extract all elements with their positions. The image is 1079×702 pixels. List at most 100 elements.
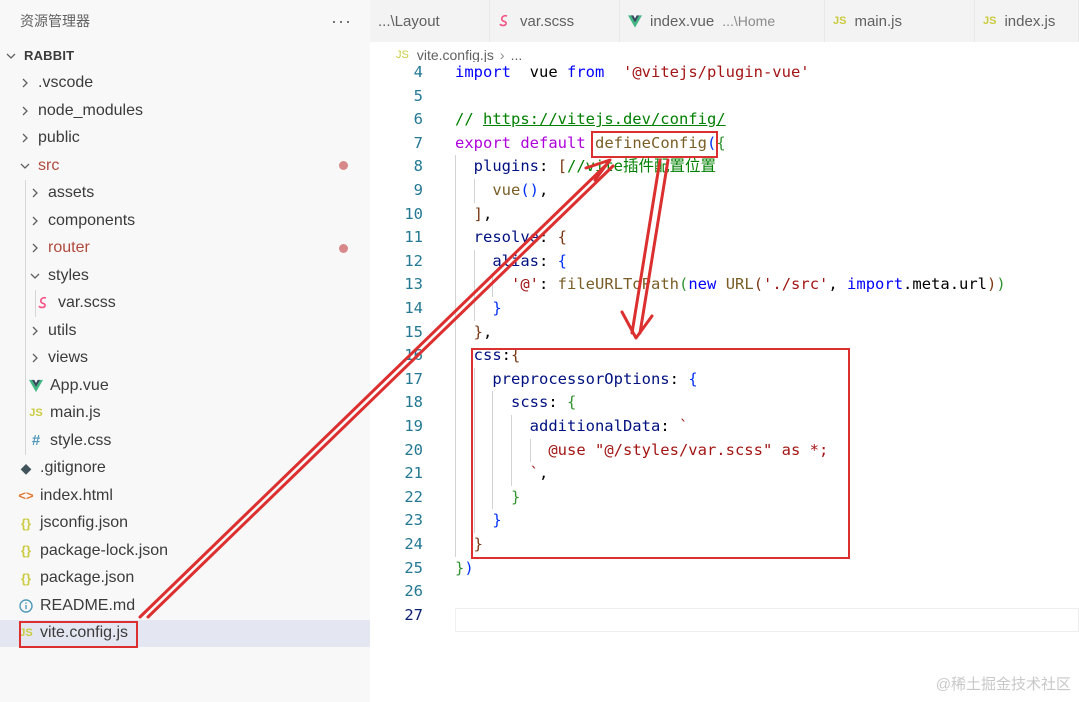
tree-folder[interactable]: styles (0, 262, 370, 290)
scss-file-icon (498, 14, 512, 28)
tab-label: index.js (1004, 12, 1056, 30)
code-token: : (539, 251, 558, 270)
code-text: }, (455, 321, 493, 345)
tree-file[interactable]: App.vue (0, 372, 370, 400)
tree-item-label: .vscode (38, 74, 94, 92)
editor-tab[interactable]: JS index.js (975, 0, 1079, 42)
indent-guide (492, 273, 494, 297)
chevron-icon[interactable] (18, 78, 32, 88)
code-token: [ (557, 157, 568, 176)
code-line[interactable]: 13 '@': fileURLToPath(new URL('./src', i… (370, 273, 1079, 297)
editor-tab[interactable]: index.vue ...\Home (620, 0, 825, 42)
tree-folder[interactable]: router (0, 235, 370, 263)
tree-item-label: package.json (40, 569, 135, 587)
tree-folder[interactable]: public (0, 125, 370, 153)
tree-file[interactable]: ◆ .gitignore (0, 455, 370, 483)
tree-file[interactable]: {} package.json (0, 565, 370, 593)
annotation-box-define-config (591, 131, 718, 158)
more-actions-icon[interactable]: ··· (331, 11, 352, 32)
code-token: vue (492, 181, 521, 199)
info-icon (18, 599, 34, 613)
breadcrumb-tail[interactable]: ... (511, 47, 523, 63)
code-line[interactable]: 27 (370, 604, 1079, 628)
css-file-icon: # (31, 432, 41, 450)
tree-item-label: router (48, 239, 90, 257)
chevron-icon[interactable] (18, 133, 32, 143)
code-line[interactable]: 11 resolve: { (370, 226, 1079, 250)
code-token: // (455, 110, 483, 129)
code-token: () (520, 181, 539, 199)
json-file-icon: {} (20, 570, 32, 586)
chevron-icon[interactable] (28, 353, 42, 363)
tree-folder[interactable]: RABBIT (0, 42, 370, 70)
code-line[interactable]: 25}) (370, 557, 1079, 581)
tree-folder[interactable]: node_modules (0, 97, 370, 125)
tree-folder[interactable]: utils (0, 317, 370, 345)
editor-tab[interactable]: ...\Layout (370, 0, 490, 42)
code-text: resolve: { (455, 226, 567, 250)
code-line[interactable]: 15 }, (370, 321, 1079, 345)
chevron-icon[interactable] (28, 271, 42, 281)
json-file-icon: {} (20, 543, 32, 559)
tree-item-label: public (38, 129, 80, 147)
code-line[interactable]: 6 // https://vitejs.dev/config/ (370, 108, 1079, 132)
code-line[interactable]: 8 plugins: [//vite插件配置位置 (370, 155, 1079, 179)
tree-file[interactable]: var.scss (0, 290, 370, 318)
tree-file[interactable]: <> index.html (0, 482, 370, 510)
chevron-icon[interactable] (28, 326, 42, 336)
tree-folder[interactable]: src (0, 152, 370, 180)
code-token: , (539, 181, 549, 199)
editor-tabs: ...\Layout var.scss index.vue ...\Home JS mai… (370, 0, 1079, 42)
explorer-title: 资源管理器 (20, 13, 90, 29)
code-line[interactable]: 10 ], (370, 203, 1079, 227)
tree-folder[interactable]: assets (0, 180, 370, 208)
code-token: export (455, 133, 511, 152)
watermark: @稀土掘金技术社区 (935, 676, 1071, 693)
tree-item-label: styles (48, 266, 89, 284)
tree-file[interactable]: README.md (0, 592, 370, 620)
tree-file[interactable]: {} jsconfig.json (0, 510, 370, 538)
explorer-header: 资源管理器 ··· (0, 0, 370, 42)
js-file-icon: JS (983, 15, 997, 27)
tree-file[interactable]: JS main.js (0, 400, 370, 428)
tree-item-label: jsconfig.json (40, 514, 129, 532)
chevron-icon[interactable] (18, 161, 32, 171)
line-number: 27 (404, 605, 423, 624)
line-number: 19 (404, 417, 423, 435)
code-line[interactable]: 9 vue(), (370, 179, 1079, 203)
chevron-icon[interactable] (28, 188, 42, 198)
tree-folder[interactable]: .vscode (0, 70, 370, 98)
code-text: // https://vitejs.dev/config/ (455, 108, 726, 132)
chevron-down-icon (20, 163, 30, 169)
tree-file[interactable]: # style.css (0, 427, 370, 455)
code-token: { (557, 251, 568, 270)
chevron-icon[interactable] (4, 51, 18, 61)
chevron-icon[interactable] (18, 106, 32, 116)
chevron-right-icon (32, 243, 38, 253)
tab-label: ...\Layout (378, 12, 440, 30)
code-token: , (828, 275, 848, 294)
editor-tab[interactable]: var.scss (490, 0, 620, 42)
code-text: alias: { (455, 250, 567, 274)
code-token: resolve (473, 228, 539, 247)
code-text: vue(), (455, 179, 548, 203)
line-number: 22 (404, 487, 423, 506)
code-token: , (483, 204, 493, 223)
tree-folder[interactable]: components (0, 207, 370, 235)
chevron-right-icon (32, 353, 38, 363)
code-line[interactable]: 5 (370, 85, 1079, 109)
code-line[interactable]: 12 alias: { (370, 250, 1079, 274)
chevron-icon[interactable] (28, 243, 42, 253)
code-line[interactable]: 4 import vue from '@vitejs/plugin-vue' (370, 62, 1079, 85)
breadcrumb-file[interactable]: vite.config.js (417, 47, 494, 63)
chevron-icon[interactable] (28, 216, 42, 226)
editor-tab[interactable]: JS main.js (825, 0, 975, 42)
code-line[interactable]: 14 } (370, 297, 1079, 321)
vue-file-icon (28, 379, 44, 393)
tree-folder[interactable]: views (0, 345, 370, 373)
tree-file[interactable]: {} package-lock.json (0, 537, 370, 565)
code-line[interactable]: 7 export default defineConfig({ (370, 132, 1079, 156)
code-line[interactable]: 26 (370, 580, 1079, 604)
file-tree: RABBIT .vscode node_modulespublic src assets… (0, 42, 370, 647)
